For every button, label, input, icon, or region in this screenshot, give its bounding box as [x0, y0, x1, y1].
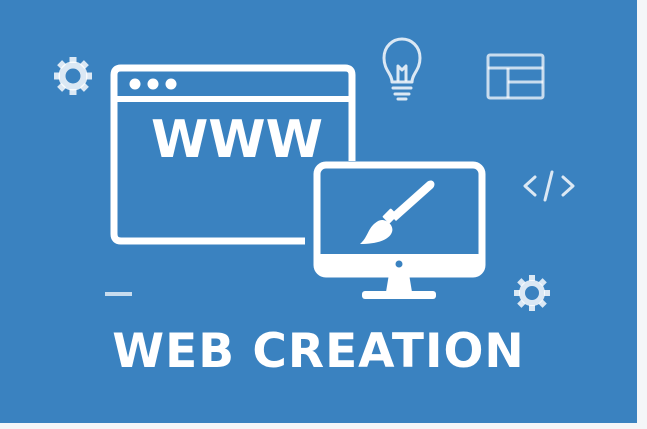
browser-dots	[129, 78, 177, 90]
code-icon	[523, 170, 575, 202]
page-margin-bottom	[0, 423, 647, 429]
browser-www-text: WWW	[151, 110, 323, 170]
headline-title: WEB CREATION	[112, 324, 525, 379]
lightbulb-icon	[382, 37, 422, 101]
gear-icon	[54, 57, 92, 95]
layout-icon	[486, 53, 545, 100]
web-creation-banner: WWW WEB CREATION	[0, 0, 637, 423]
monitor-icon	[313, 161, 486, 299]
paintbrush-icon	[360, 180, 435, 244]
page-margin-right	[637, 0, 647, 429]
dash-icon	[105, 292, 132, 296]
gear-icon-small	[514, 275, 550, 311]
